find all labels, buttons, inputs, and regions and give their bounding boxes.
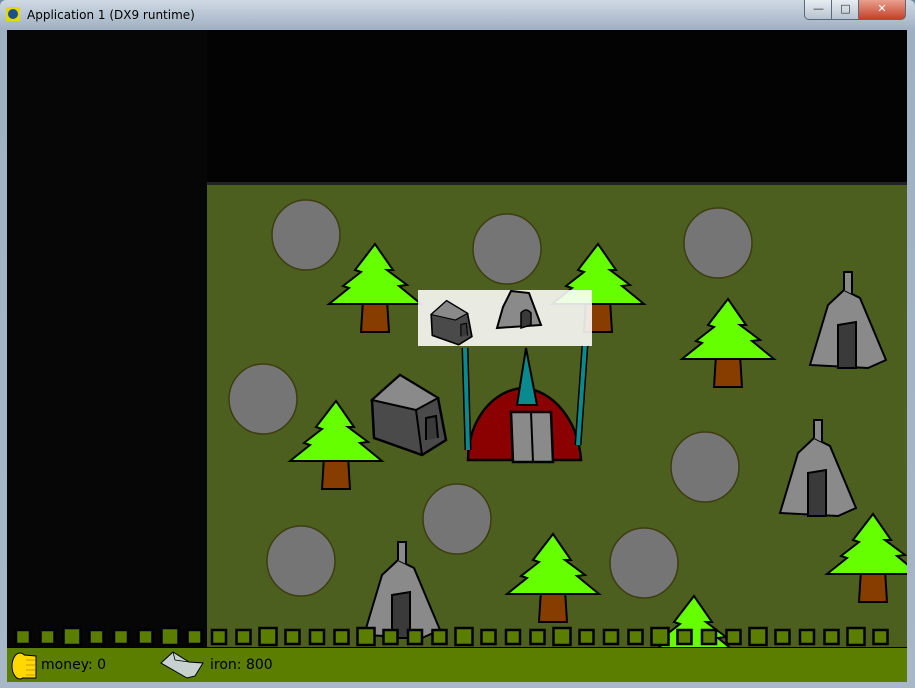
minimize-button[interactable]: — <box>804 0 833 20</box>
grid-slot[interactable] <box>333 628 350 646</box>
app-window: Application 1 (DX9 runtime) — □ ✕ money:… <box>0 0 915 688</box>
grid-slot[interactable] <box>356 626 376 647</box>
grid-slot[interactable] <box>406 628 424 646</box>
grid-slot[interactable] <box>62 626 82 647</box>
rock-deposit[interactable] <box>271 199 341 271</box>
iron-ingot-icon <box>160 651 204 679</box>
grid-slot[interactable] <box>578 628 595 646</box>
grid-slot[interactable] <box>650 626 670 647</box>
grid-slot[interactable] <box>431 628 448 646</box>
grid-slot[interactable] <box>160 626 180 647</box>
grid-slot[interactable] <box>88 628 105 646</box>
grid-slot[interactable] <box>725 628 742 646</box>
game-map[interactable] <box>7 30 907 682</box>
grid-slot[interactable] <box>602 628 620 646</box>
rock-deposit[interactable] <box>422 483 492 555</box>
money-counter: money: 0 <box>41 657 107 673</box>
game-viewport[interactable]: money: 0 iron: 800 <box>7 30 907 682</box>
grid-slot[interactable] <box>186 628 203 646</box>
resource-bar: money: 0 iron: 800 <box>7 647 907 682</box>
rock-deposit[interactable] <box>683 207 753 279</box>
build-menu <box>418 289 592 346</box>
rock-deposit[interactable] <box>609 527 679 599</box>
grid-slot[interactable] <box>552 626 572 647</box>
grid-slot[interactable] <box>382 628 399 646</box>
grid-slot[interactable] <box>210 628 228 646</box>
grid-slot[interactable] <box>872 628 889 646</box>
grid-slot[interactable] <box>14 628 32 646</box>
gold-coins-icon <box>11 652 37 680</box>
grid-slot[interactable] <box>627 628 644 646</box>
grid-slot[interactable] <box>529 628 546 646</box>
grid-slot[interactable] <box>258 626 278 647</box>
grid-slot[interactable] <box>454 626 474 647</box>
grid-slot[interactable] <box>774 628 791 646</box>
grid-slot[interactable] <box>137 628 154 646</box>
grid-slot[interactable] <box>823 628 840 646</box>
rock-deposit[interactable] <box>266 525 336 597</box>
window-title: Application 1 (DX9 runtime) <box>27 8 195 22</box>
iron-counter: iron: 800 <box>210 657 273 673</box>
rock-deposit[interactable] <box>228 363 298 435</box>
grid-slot[interactable] <box>846 626 866 647</box>
grid-slot[interactable] <box>308 628 326 646</box>
grid-slot[interactable] <box>284 628 301 646</box>
grid-slot[interactable] <box>39 628 56 646</box>
app-icon <box>6 7 20 21</box>
grid-slot[interactable] <box>676 628 693 646</box>
close-button[interactable]: ✕ <box>858 0 906 20</box>
grid-slot[interactable] <box>235 628 252 646</box>
rock-deposit[interactable] <box>670 431 740 503</box>
grid-slot[interactable] <box>480 628 497 646</box>
maximize-button[interactable]: □ <box>831 0 860 20</box>
grid-slot[interactable] <box>798 628 816 646</box>
grid-slot[interactable] <box>112 628 130 646</box>
grid-slot[interactable] <box>748 626 768 647</box>
grid-slot[interactable] <box>700 628 718 646</box>
title-bar[interactable]: Application 1 (DX9 runtime) — □ ✕ <box>0 0 915 30</box>
grid-slot[interactable] <box>504 628 522 646</box>
rock-deposit[interactable] <box>472 213 542 285</box>
